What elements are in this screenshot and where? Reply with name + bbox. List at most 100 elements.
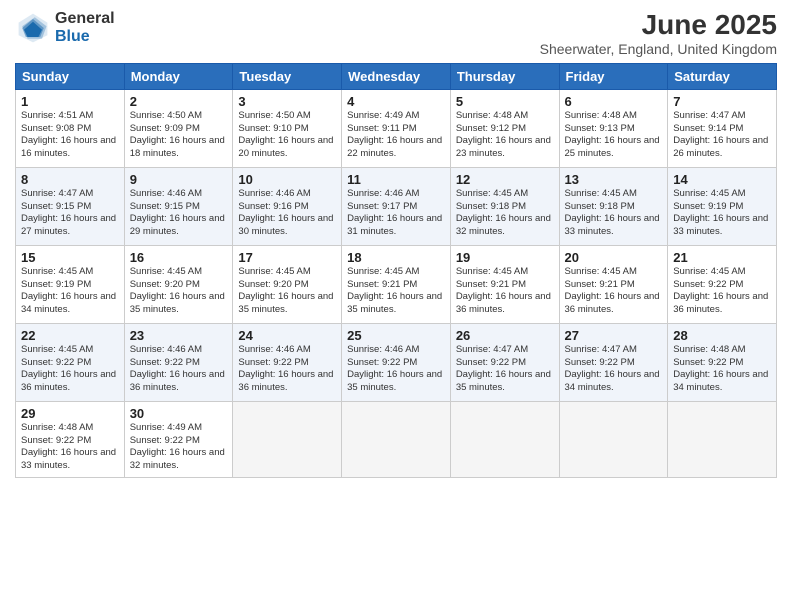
day-info: Sunrise: 4:47 AM Sunset: 9:22 PM Dayligh… [456, 344, 554, 395]
day-number: 27 [565, 328, 663, 343]
day-number: 1 [21, 94, 119, 109]
month-title: June 2025 [540, 10, 777, 41]
page: General Blue June 2025 Sheerwater, Engla… [0, 0, 792, 612]
day-number: 10 [238, 172, 336, 187]
table-row: 14 Sunrise: 4:45 AM Sunset: 9:19 PM Dayl… [668, 167, 777, 245]
calendar-table: Sunday Monday Tuesday Wednesday Thursday… [15, 63, 777, 478]
day-info: Sunrise: 4:49 AM Sunset: 9:11 PM Dayligh… [347, 110, 445, 161]
logo: General Blue [15, 10, 115, 46]
day-number: 23 [130, 328, 228, 343]
day-number: 19 [456, 250, 554, 265]
day-info: Sunrise: 4:45 AM Sunset: 9:20 PM Dayligh… [238, 266, 336, 317]
day-number: 15 [21, 250, 119, 265]
table-row: 3 Sunrise: 4:50 AM Sunset: 9:10 PM Dayli… [233, 89, 342, 167]
day-info: Sunrise: 4:45 AM Sunset: 9:21 PM Dayligh… [565, 266, 663, 317]
table-row: 27 Sunrise: 4:47 AM Sunset: 9:22 PM Dayl… [559, 323, 668, 401]
table-row: 20 Sunrise: 4:45 AM Sunset: 9:21 PM Dayl… [559, 245, 668, 323]
day-info: Sunrise: 4:45 AM Sunset: 9:21 PM Dayligh… [456, 266, 554, 317]
table-row: 23 Sunrise: 4:46 AM Sunset: 9:22 PM Dayl… [124, 323, 233, 401]
day-info: Sunrise: 4:51 AM Sunset: 9:08 PM Dayligh… [21, 110, 119, 161]
day-info: Sunrise: 4:47 AM Sunset: 9:22 PM Dayligh… [565, 344, 663, 395]
day-number: 25 [347, 328, 445, 343]
table-row: 25 Sunrise: 4:46 AM Sunset: 9:22 PM Dayl… [342, 323, 451, 401]
day-number: 2 [130, 94, 228, 109]
logo-general-text: General [55, 10, 115, 28]
day-number: 8 [21, 172, 119, 187]
day-info: Sunrise: 4:45 AM Sunset: 9:19 PM Dayligh… [673, 188, 771, 239]
table-row: 29 Sunrise: 4:48 AM Sunset: 9:22 PM Dayl… [16, 401, 125, 477]
table-row: 5 Sunrise: 4:48 AM Sunset: 9:12 PM Dayli… [450, 89, 559, 167]
day-number: 5 [456, 94, 554, 109]
col-sunday: Sunday [16, 63, 125, 89]
day-info: Sunrise: 4:46 AM Sunset: 9:17 PM Dayligh… [347, 188, 445, 239]
day-number: 13 [565, 172, 663, 187]
table-row: 28 Sunrise: 4:48 AM Sunset: 9:22 PM Dayl… [668, 323, 777, 401]
day-info: Sunrise: 4:47 AM Sunset: 9:15 PM Dayligh… [21, 188, 119, 239]
table-row: 16 Sunrise: 4:45 AM Sunset: 9:20 PM Dayl… [124, 245, 233, 323]
col-saturday: Saturday [668, 63, 777, 89]
day-info: Sunrise: 4:46 AM Sunset: 9:22 PM Dayligh… [238, 344, 336, 395]
day-info: Sunrise: 4:46 AM Sunset: 9:16 PM Dayligh… [238, 188, 336, 239]
day-number: 29 [21, 406, 119, 421]
table-row: 4 Sunrise: 4:49 AM Sunset: 9:11 PM Dayli… [342, 89, 451, 167]
table-row: 18 Sunrise: 4:45 AM Sunset: 9:21 PM Dayl… [342, 245, 451, 323]
day-info: Sunrise: 4:48 AM Sunset: 9:22 PM Dayligh… [21, 422, 119, 473]
table-row: 15 Sunrise: 4:45 AM Sunset: 9:19 PM Dayl… [16, 245, 125, 323]
table-row [342, 401, 451, 477]
day-info: Sunrise: 4:50 AM Sunset: 9:10 PM Dayligh… [238, 110, 336, 161]
table-row: 26 Sunrise: 4:47 AM Sunset: 9:22 PM Dayl… [450, 323, 559, 401]
table-row [450, 401, 559, 477]
col-monday: Monday [124, 63, 233, 89]
logo-icon [15, 10, 51, 46]
logo-blue-text: Blue [55, 28, 115, 46]
day-number: 18 [347, 250, 445, 265]
day-info: Sunrise: 4:45 AM Sunset: 9:22 PM Dayligh… [21, 344, 119, 395]
table-row [559, 401, 668, 477]
day-info: Sunrise: 4:50 AM Sunset: 9:09 PM Dayligh… [130, 110, 228, 161]
header: General Blue June 2025 Sheerwater, Engla… [15, 10, 777, 57]
table-row: 13 Sunrise: 4:45 AM Sunset: 9:18 PM Dayl… [559, 167, 668, 245]
col-friday: Friday [559, 63, 668, 89]
header-right: June 2025 Sheerwater, England, United Ki… [540, 10, 777, 57]
day-number: 4 [347, 94, 445, 109]
day-number: 22 [21, 328, 119, 343]
day-info: Sunrise: 4:45 AM Sunset: 9:19 PM Dayligh… [21, 266, 119, 317]
day-info: Sunrise: 4:48 AM Sunset: 9:13 PM Dayligh… [565, 110, 663, 161]
day-number: 6 [565, 94, 663, 109]
table-row: 30 Sunrise: 4:49 AM Sunset: 9:22 PM Dayl… [124, 401, 233, 477]
day-info: Sunrise: 4:47 AM Sunset: 9:14 PM Dayligh… [673, 110, 771, 161]
day-info: Sunrise: 4:46 AM Sunset: 9:22 PM Dayligh… [347, 344, 445, 395]
table-row: 22 Sunrise: 4:45 AM Sunset: 9:22 PM Dayl… [16, 323, 125, 401]
table-row: 2 Sunrise: 4:50 AM Sunset: 9:09 PM Dayli… [124, 89, 233, 167]
day-number: 7 [673, 94, 771, 109]
day-info: Sunrise: 4:45 AM Sunset: 9:21 PM Dayligh… [347, 266, 445, 317]
calendar-header-row: Sunday Monday Tuesday Wednesday Thursday… [16, 63, 777, 89]
day-info: Sunrise: 4:45 AM Sunset: 9:22 PM Dayligh… [673, 266, 771, 317]
day-number: 26 [456, 328, 554, 343]
day-number: 28 [673, 328, 771, 343]
day-number: 17 [238, 250, 336, 265]
day-number: 20 [565, 250, 663, 265]
day-info: Sunrise: 4:45 AM Sunset: 9:18 PM Dayligh… [456, 188, 554, 239]
day-number: 3 [238, 94, 336, 109]
day-number: 14 [673, 172, 771, 187]
logo-text: General Blue [55, 10, 115, 45]
table-row [233, 401, 342, 477]
table-row: 24 Sunrise: 4:46 AM Sunset: 9:22 PM Dayl… [233, 323, 342, 401]
day-number: 9 [130, 172, 228, 187]
table-row: 11 Sunrise: 4:46 AM Sunset: 9:17 PM Dayl… [342, 167, 451, 245]
day-number: 24 [238, 328, 336, 343]
col-thursday: Thursday [450, 63, 559, 89]
day-number: 21 [673, 250, 771, 265]
day-info: Sunrise: 4:48 AM Sunset: 9:12 PM Dayligh… [456, 110, 554, 161]
location: Sheerwater, England, United Kingdom [540, 41, 777, 57]
day-info: Sunrise: 4:45 AM Sunset: 9:20 PM Dayligh… [130, 266, 228, 317]
day-info: Sunrise: 4:49 AM Sunset: 9:22 PM Dayligh… [130, 422, 228, 473]
day-info: Sunrise: 4:45 AM Sunset: 9:18 PM Dayligh… [565, 188, 663, 239]
table-row: 1 Sunrise: 4:51 AM Sunset: 9:08 PM Dayli… [16, 89, 125, 167]
table-row: 17 Sunrise: 4:45 AM Sunset: 9:20 PM Dayl… [233, 245, 342, 323]
day-number: 16 [130, 250, 228, 265]
day-number: 30 [130, 406, 228, 421]
table-row: 8 Sunrise: 4:47 AM Sunset: 9:15 PM Dayli… [16, 167, 125, 245]
table-row: 10 Sunrise: 4:46 AM Sunset: 9:16 PM Dayl… [233, 167, 342, 245]
